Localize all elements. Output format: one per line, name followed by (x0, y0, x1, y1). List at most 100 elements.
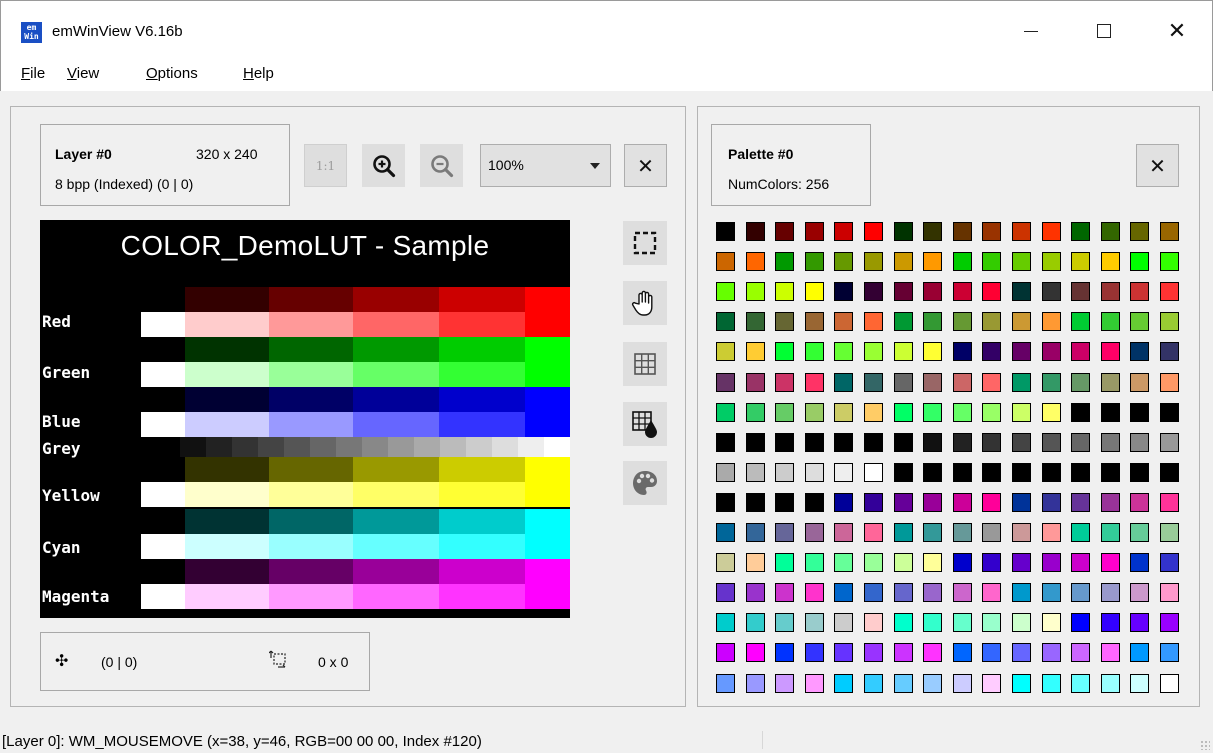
palette-swatch[interactable] (775, 432, 795, 452)
palette-swatch[interactable] (716, 402, 735, 422)
palette-swatch[interactable] (864, 643, 883, 663)
palette-swatch[interactable] (804, 583, 824, 603)
palette-swatch[interactable] (893, 523, 913, 542)
palette-swatch[interactable] (775, 613, 795, 633)
palette-swatch[interactable] (716, 673, 735, 693)
palette-swatch[interactable] (893, 312, 913, 332)
palette-swatch[interactable] (893, 492, 913, 512)
palette-swatch[interactable] (1041, 402, 1061, 422)
palette-swatch[interactable] (745, 613, 765, 633)
palette-swatch[interactable] (716, 372, 735, 392)
palette-swatch[interactable] (1130, 222, 1150, 241)
palette-swatch[interactable] (1012, 402, 1031, 422)
palette-swatch[interactable] (1130, 613, 1150, 633)
palette-swatch[interactable] (923, 673, 943, 693)
palette-swatch[interactable] (1071, 282, 1091, 302)
palette-swatch[interactable] (1100, 673, 1120, 693)
palette-swatch[interactable] (834, 462, 854, 482)
palette-swatch[interactable] (982, 282, 1002, 302)
palette-swatch[interactable] (952, 613, 972, 633)
palette-swatch[interactable] (1100, 432, 1120, 452)
palette-swatch[interactable] (893, 583, 913, 603)
palette-swatch[interactable] (1100, 342, 1120, 362)
palette-swatch[interactable] (1012, 583, 1031, 603)
palette-swatch[interactable] (1041, 553, 1061, 573)
palette-swatch[interactable] (923, 282, 943, 302)
palette-swatch[interactable] (893, 282, 913, 302)
palette-swatch[interactable] (1160, 312, 1179, 332)
palette-swatch[interactable] (893, 372, 913, 392)
palette-swatch[interactable] (834, 673, 854, 693)
palette-swatch[interactable] (893, 462, 913, 482)
palette-swatch[interactable] (1071, 492, 1091, 512)
palette-swatch[interactable] (1130, 402, 1150, 422)
palette-swatch[interactable] (775, 523, 795, 542)
palette-swatch[interactable] (1130, 372, 1150, 392)
palette-swatch[interactable] (834, 553, 854, 573)
palette-swatch[interactable] (1100, 252, 1120, 272)
grid-tool-button[interactable] (623, 342, 667, 386)
palette-swatch[interactable] (1130, 492, 1150, 512)
palette-swatch[interactable] (952, 583, 972, 603)
palette-swatch[interactable] (1012, 643, 1031, 663)
palette-swatch[interactable] (864, 402, 883, 422)
palette-swatch[interactable] (804, 222, 824, 241)
palette-swatch[interactable] (952, 553, 972, 573)
palette-swatch[interactable] (864, 252, 883, 272)
palette-swatch[interactable] (1041, 583, 1061, 603)
palette-swatch[interactable] (864, 432, 883, 452)
palette-swatch[interactable] (864, 312, 883, 332)
palette-swatch[interactable] (1160, 553, 1179, 573)
palette-swatch[interactable] (982, 312, 1002, 332)
palette-swatch[interactable] (952, 523, 972, 542)
palette-swatch[interactable] (923, 312, 943, 332)
palette-swatch[interactable] (1100, 462, 1120, 482)
palette-swatch[interactable] (1160, 252, 1179, 272)
palette-swatch[interactable] (982, 492, 1002, 512)
palette-swatch[interactable] (1160, 492, 1179, 512)
palette-swatch[interactable] (1100, 372, 1120, 392)
layer-canvas[interactable]: COLOR_DemoLUT - Sample Red Green Blue Grey Y… (40, 220, 570, 618)
palette-swatch[interactable] (1130, 673, 1150, 693)
palette-swatch[interactable] (804, 282, 824, 302)
palette-swatch[interactable] (893, 613, 913, 633)
palette-swatch[interactable] (1041, 252, 1061, 272)
palette-swatch[interactable] (923, 523, 943, 542)
palette-swatch[interactable] (982, 613, 1002, 633)
palette-swatch[interactable] (1071, 613, 1091, 633)
palette-swatch[interactable] (804, 643, 824, 663)
palette-swatch[interactable] (775, 252, 795, 272)
palette-swatch[interactable] (982, 553, 1002, 573)
palette-swatch[interactable] (982, 222, 1002, 241)
palette-swatch[interactable] (1160, 282, 1179, 302)
palette-swatch[interactable] (834, 312, 854, 332)
palette-swatch[interactable] (982, 432, 1002, 452)
palette-swatch[interactable] (864, 222, 883, 241)
palette-swatch[interactable] (1071, 583, 1091, 603)
palette-swatch[interactable] (1160, 372, 1179, 392)
palette-swatch[interactable] (923, 222, 943, 241)
palette-swatch[interactable] (1160, 643, 1179, 663)
palette-swatch[interactable] (1012, 282, 1031, 302)
palette-swatch[interactable] (1041, 372, 1061, 392)
palette-swatch[interactable] (952, 252, 972, 272)
palette-swatch[interactable] (1100, 282, 1120, 302)
palette-swatch[interactable] (1071, 372, 1091, 392)
maximize-button[interactable] (1081, 11, 1127, 51)
palette-swatch[interactable] (1160, 673, 1179, 693)
palette-swatch[interactable] (952, 673, 972, 693)
palette-swatch[interactable] (1012, 492, 1031, 512)
palette-swatch[interactable] (1071, 673, 1091, 693)
palette-swatch[interactable] (1041, 673, 1061, 693)
palette-swatch[interactable] (834, 402, 854, 422)
palette-swatch[interactable] (1071, 643, 1091, 663)
palette-swatch[interactable] (1012, 432, 1031, 452)
palette-swatch[interactable] (834, 523, 854, 542)
palette-swatch[interactable] (1130, 252, 1150, 272)
palette-swatch[interactable] (982, 643, 1002, 663)
close-palette-button[interactable]: ✕ (1136, 144, 1179, 187)
palette-swatch[interactable] (804, 613, 824, 633)
pan-tool-button[interactable] (623, 281, 667, 325)
palette-swatch[interactable] (923, 613, 943, 633)
palette-swatch[interactable] (775, 643, 795, 663)
